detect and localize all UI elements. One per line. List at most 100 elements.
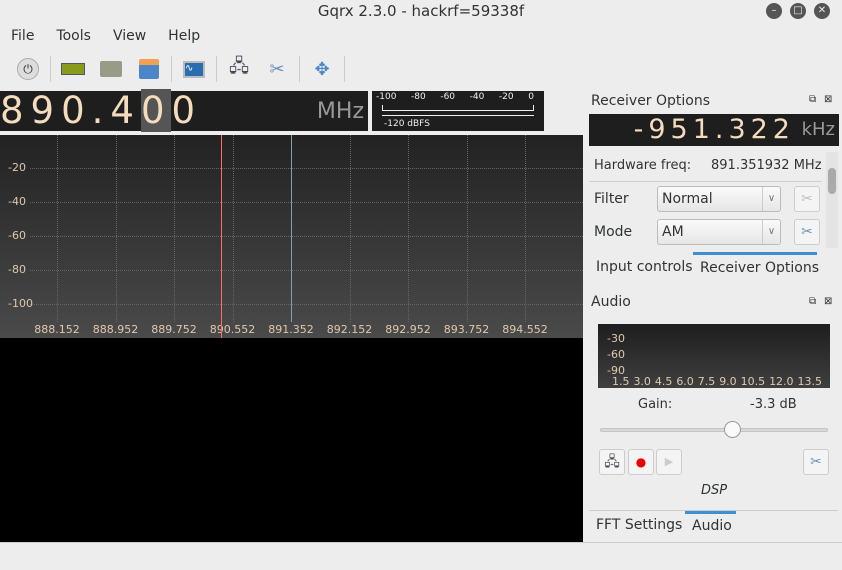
y-tick-label: -60	[8, 229, 26, 242]
audio-fft-plot: -30 -60 -90 1.5 3.0 4.5 6.0 7.5 9.0 10.5 12.0 13…	[598, 324, 830, 388]
y-tick-label: -20	[8, 161, 26, 174]
float-icon[interactable]: ⧉	[809, 296, 816, 307]
grid-line	[30, 236, 583, 237]
mode-value: AM	[662, 224, 684, 240]
y-tick-label: -100	[8, 297, 33, 310]
x-tick: 13.5	[797, 375, 823, 388]
offset-unit: kHz	[801, 119, 835, 140]
filter-offset-display[interactable]: -951.322 kHz	[589, 114, 839, 146]
grid-line	[174, 135, 175, 322]
minimize-button[interactable]: –	[766, 3, 782, 19]
x-tick: 6.0	[676, 375, 694, 388]
float-icon[interactable]: ⧉	[809, 94, 816, 105]
status-bar	[0, 542, 842, 570]
center-marker-line[interactable]	[291, 135, 292, 322]
menu-help[interactable]: Help	[157, 26, 211, 46]
x-tick: 7.5	[697, 375, 716, 388]
x-tick: 12.0	[769, 375, 794, 388]
x-tick: 9.0	[719, 375, 737, 388]
x-tick-label: 888.152	[34, 323, 80, 336]
fullscreen-icon[interactable]: ✥	[308, 55, 336, 83]
x-tick: 10.5	[740, 375, 766, 388]
audio-options-button[interactable]: ✂	[803, 449, 829, 475]
x-tick-label: 893.752	[443, 323, 490, 336]
y-tick-label: -80	[8, 263, 26, 276]
meter-tick: -60	[440, 92, 456, 102]
play-button[interactable]: ▶	[656, 449, 682, 475]
hardware-icon[interactable]	[59, 55, 87, 83]
toolbar: ⏻ ∿ 🖧 ✂ ✥	[0, 54, 348, 84]
y-tick: -30	[607, 332, 625, 345]
x-tick-label: 891.352	[268, 323, 314, 336]
grid-line	[30, 202, 583, 203]
x-tick: 3.0	[633, 375, 651, 388]
window-title: Gqrx 2.3.0 - hackrf=59338f	[317, 2, 525, 20]
tab-receiver-options[interactable]: Receiver Options	[700, 260, 819, 276]
mode-options-button[interactable]: ✂	[794, 219, 820, 245]
grid-line	[57, 135, 58, 322]
separator	[171, 56, 172, 82]
frequency-display[interactable]: 890.400 610 MHz	[0, 89, 368, 171]
tools-icon[interactable]: ✂	[263, 55, 291, 83]
meter-tick: -20	[498, 92, 514, 102]
x-tick-label: 892.952	[385, 323, 431, 336]
gain-slider[interactable]	[600, 428, 828, 432]
grid-line	[30, 270, 583, 271]
scrollbar[interactable]	[826, 152, 838, 248]
x-tick-label: 889.752	[151, 323, 197, 336]
gain-label: Gain:	[638, 397, 673, 412]
meter-tick: -100	[376, 92, 397, 102]
grid-line	[30, 304, 583, 305]
freq-unit: MHz	[316, 99, 364, 124]
menu-tools[interactable]: Tools	[45, 26, 102, 46]
close-dock-icon[interactable]: ⊠	[824, 94, 832, 105]
x-tick: 1.5	[612, 375, 630, 388]
mode-select[interactable]: AM ∨	[657, 219, 781, 245]
tab-input-controls[interactable]: Input controls	[596, 259, 693, 275]
receiver-dock-title: Receiver Options	[591, 93, 711, 109]
hardware-freq-value: 891.351932 MHz	[711, 158, 822, 173]
audio-dock-title: Audio	[591, 294, 631, 310]
maximize-button[interactable]: □	[790, 3, 806, 19]
grid-line	[115, 135, 117, 322]
close-dock-icon[interactable]: ⊠	[824, 296, 832, 307]
x-tick-label: 894.552	[502, 323, 548, 336]
power-icon[interactable]: ⏻	[14, 55, 42, 83]
record-button[interactable]: ●	[628, 449, 654, 475]
active-tab-indicator	[693, 252, 817, 255]
waterfall[interactable]	[0, 338, 583, 542]
menu-view[interactable]: View	[102, 26, 157, 46]
offset-digits[interactable]: -951.322	[634, 114, 795, 146]
x-tick-label: 890.552	[209, 323, 256, 336]
x-tick-label: 892.152	[326, 323, 373, 336]
separator	[299, 56, 300, 82]
x-tick: 4.5	[654, 375, 673, 388]
save-icon[interactable]	[135, 55, 163, 83]
monitor-icon[interactable]: ∿	[180, 55, 208, 83]
mode-label: Mode	[594, 224, 633, 240]
separator	[50, 56, 51, 82]
y-tick-label: -40	[8, 195, 26, 208]
filter-label: Filter	[594, 191, 629, 207]
signal-meter: -100 -80 -60 -40 -20 0 -120 dBFS	[372, 91, 544, 131]
menu-bar: File Tools View Help	[0, 26, 211, 46]
demod-marker-line[interactable]	[221, 135, 223, 338]
network-icon[interactable]: 🖧	[225, 55, 253, 83]
tab-audio[interactable]: Audio	[692, 518, 732, 534]
freq-digit-selected[interactable]: 0	[140, 89, 172, 132]
hardware-freq-label: Hardware freq:	[594, 158, 692, 173]
meter-tick: 0	[528, 92, 534, 102]
active-tab-indicator	[685, 511, 736, 514]
menu-file[interactable]: File	[0, 26, 45, 46]
grid-line	[349, 135, 351, 322]
tab-fft-settings[interactable]: FFT Settings	[596, 517, 682, 533]
close-button[interactable]: ✕	[814, 3, 830, 19]
filter-select[interactable]: Normal ∨	[657, 186, 781, 212]
grid-line	[525, 135, 526, 322]
open-folder-icon[interactable]	[97, 55, 125, 83]
spectrum-plot[interactable]: -20 -40 -60 -80 -100 888.152 888.952 889.752 890…	[0, 135, 583, 338]
separator	[216, 56, 217, 82]
udp-stream-button[interactable]: 🖧	[599, 449, 625, 475]
freq-digits[interactable]: 890.4	[0, 89, 141, 132]
filter-options-button[interactable]: ✂	[794, 186, 820, 212]
